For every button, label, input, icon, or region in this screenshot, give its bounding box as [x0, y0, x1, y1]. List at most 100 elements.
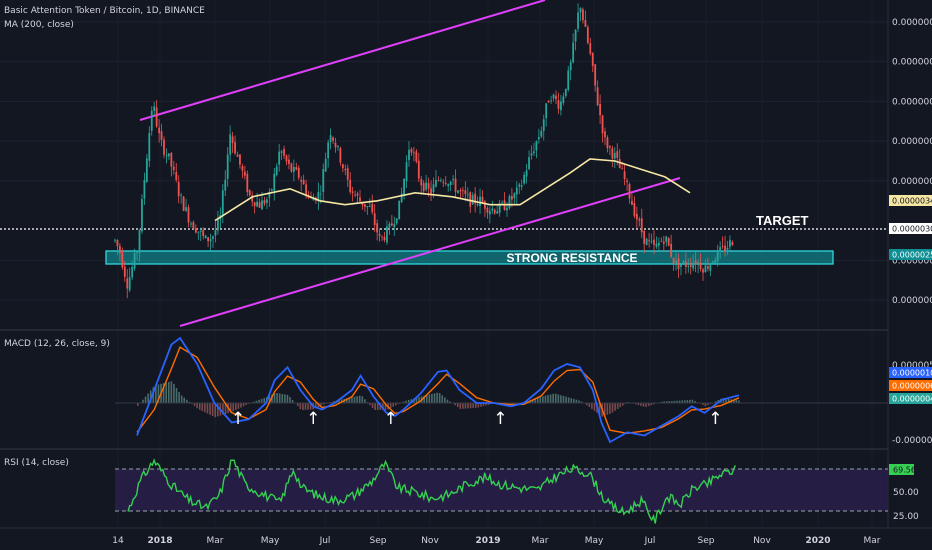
candle-body	[121, 252, 124, 268]
macd-histogram-bar	[614, 403, 616, 411]
candle-body	[628, 183, 631, 199]
candle-body	[550, 100, 552, 102]
candle-body	[381, 236, 383, 238]
candle-body	[462, 190, 464, 192]
candle-body	[239, 154, 241, 165]
candle-body	[697, 262, 699, 265]
candle-body	[479, 196, 481, 206]
macd-histogram-bar	[198, 403, 201, 410]
candle-body	[172, 166, 175, 171]
candle-body	[378, 234, 381, 236]
candle-body	[373, 213, 376, 226]
candle-body	[327, 142, 330, 159]
macd-histogram-bar	[281, 393, 284, 403]
candle-body	[716, 250, 719, 262]
candle-body	[665, 236, 668, 242]
macd-histogram-bar	[573, 398, 575, 403]
candle-body	[604, 131, 606, 138]
candle-body	[248, 190, 251, 196]
rsi-value-tag-text: 69.56	[893, 466, 916, 475]
candle-body	[334, 142, 337, 148]
candle-body	[226, 154, 229, 180]
ma-price-tag-text: 0.00000349	[892, 197, 932, 206]
macd-histogram-bar	[591, 403, 593, 409]
candle-body	[297, 167, 300, 178]
time-tick-label: Nov	[753, 536, 771, 546]
macd-histogram-bar	[436, 392, 438, 403]
candle-body	[491, 208, 494, 211]
candle-body	[145, 158, 148, 182]
candle-body	[398, 200, 401, 220]
rsi-tick-label: 25.00	[893, 512, 919, 522]
macd-histogram-bar	[201, 403, 204, 412]
candle-body	[292, 166, 295, 173]
candle-body	[263, 200, 266, 204]
candle-body	[324, 158, 327, 172]
candle-body	[405, 162, 408, 182]
candle-body	[729, 240, 731, 247]
candle-body	[383, 237, 386, 241]
candle-body	[217, 219, 219, 231]
candle-body	[143, 180, 146, 199]
macd-histogram-bar	[611, 403, 614, 413]
candle-body	[116, 240, 119, 247]
candle-body	[175, 171, 178, 180]
candle-body	[670, 244, 673, 257]
macd-value-tag-text: 0.00000107	[892, 369, 932, 378]
candle-body	[148, 132, 151, 161]
macd-histogram-bar	[549, 394, 552, 403]
price-tick-label: 0.00000050	[892, 137, 932, 147]
macd-histogram-bar	[547, 395, 549, 403]
macd-histogram-bar	[289, 397, 291, 403]
candle-body	[631, 200, 633, 205]
tradingview-chart: STRONG RESISTANCE TARGET ↑ ↑ ↑ ↑ ↑ Basic Att…	[0, 0, 932, 550]
candle-body	[160, 131, 163, 140]
candle-body	[616, 151, 619, 158]
macd-cross-arrow: ↑	[493, 409, 507, 429]
macd-histogram-bar	[178, 392, 180, 403]
candle-body	[209, 239, 212, 242]
macd-cross-arrow: ↑	[384, 409, 398, 429]
candle-body	[464, 190, 467, 195]
macd-histogram-bar	[462, 403, 464, 409]
macd-histogram-bar	[444, 397, 446, 403]
candle-body	[432, 184, 435, 192]
candle-body	[719, 247, 722, 252]
macd-histogram-bar	[552, 393, 554, 403]
candle-body	[234, 142, 236, 154]
candle-body	[711, 261, 714, 263]
candle-body	[393, 224, 396, 228]
candle-body	[596, 87, 599, 106]
candle-body	[457, 190, 459, 193]
candle-body	[388, 223, 391, 228]
candle-body	[204, 235, 207, 238]
macd-histogram-bar	[446, 399, 449, 403]
candle-body	[371, 203, 374, 213]
candle-body	[623, 171, 626, 179]
candle-body	[645, 238, 648, 246]
candle-body	[258, 202, 261, 208]
candle-body	[194, 228, 197, 233]
candle-body	[136, 252, 138, 253]
macd-histogram-bar	[353, 396, 356, 403]
candle-body	[684, 261, 687, 267]
candle-body	[677, 258, 680, 270]
candle-body	[280, 151, 283, 153]
candle-body	[586, 27, 589, 43]
candle-body	[454, 178, 457, 192]
candle-body	[484, 201, 486, 209]
candle-body	[346, 168, 349, 180]
candle-body	[190, 223, 192, 225]
macd-histogram-bar	[428, 394, 431, 403]
macd-histogram-bar	[260, 398, 263, 403]
candle-body	[207, 237, 209, 242]
candle-body	[395, 218, 398, 224]
candle-body	[562, 96, 565, 103]
price-tick-label: 0.00000040	[892, 177, 932, 187]
candle-body	[577, 12, 579, 29]
time-tick-label: 14	[112, 536, 124, 546]
candle-body	[435, 179, 437, 187]
candle-body	[300, 179, 303, 182]
macd-cross-arrow: ↑	[306, 409, 320, 429]
candle-body	[351, 191, 354, 193]
